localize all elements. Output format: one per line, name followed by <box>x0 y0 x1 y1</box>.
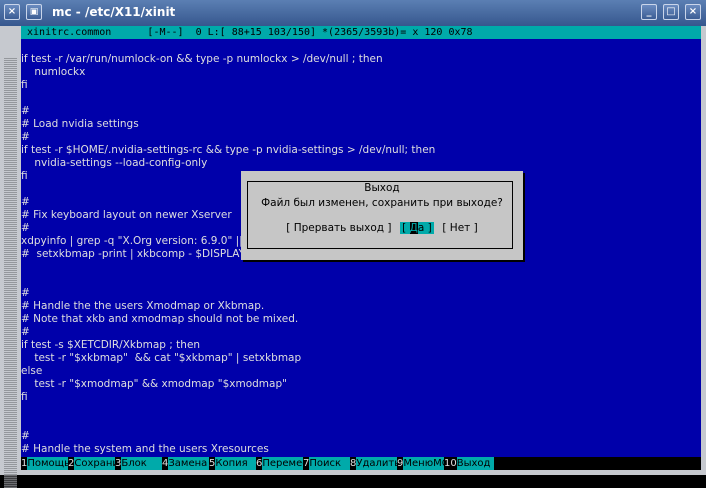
code-line[interactable] <box>21 417 701 430</box>
code-line[interactable]: # <box>21 287 701 300</box>
code-line[interactable]: if test -r $HOME/.nvidia-settings-rc && … <box>21 144 701 157</box>
code-line[interactable] <box>21 261 701 274</box>
no-button[interactable]: [ Нет ] <box>440 222 479 234</box>
fkey-7[interactable]: 7 Поиск <box>303 457 350 470</box>
yes-button[interactable]: [ Да ] <box>400 222 434 234</box>
code-line[interactable]: numlockx <box>21 66 701 79</box>
dialog-buttons: [ Прервать выход ] [ Да ] [ Нет ] <box>241 222 523 235</box>
code-line[interactable] <box>21 92 701 105</box>
code-line[interactable] <box>21 274 701 287</box>
fkey-5[interactable]: 5 Копия <box>209 457 256 470</box>
code-line[interactable]: test -r "$xmodmap" && xmodmap "$xmodmap" <box>21 378 701 391</box>
yes-button-label: а ] <box>417 222 432 234</box>
fkey-3[interactable]: 3 Блок <box>115 457 162 470</box>
fkey-label: МенюМС <box>403 457 449 470</box>
dialog-message: Файл был изменен, сохранить при выходе? <box>261 197 503 209</box>
fkey-6[interactable]: 6 Перемес <box>256 457 308 470</box>
cancel-exit-button[interactable]: [ Прервать выход ] <box>284 222 393 234</box>
fkey-10[interactable]: 10 Выход <box>444 457 494 470</box>
fkey-2[interactable]: 2 Сохрани <box>68 457 119 470</box>
fkey-label: Выход <box>456 457 494 470</box>
code-line[interactable]: if test -r /var/run/numlock-on && type -… <box>21 53 701 66</box>
fkey-9[interactable]: 9 МенюМС <box>397 457 449 470</box>
close-icon[interactable]: × <box>685 4 701 20</box>
fkey-label: Перемес <box>262 457 308 470</box>
code-line[interactable]: # <box>21 105 701 118</box>
code-line[interactable]: # <box>21 131 701 144</box>
window-title: mc - /etc/X11/xinit <box>52 5 176 19</box>
text-cursor: Д <box>409 222 418 234</box>
fkey-label: Блок <box>121 457 162 470</box>
code-line[interactable] <box>21 40 701 53</box>
exit-dialog: Выход Файл был изменен, сохранить при вы… <box>241 171 523 260</box>
code-line[interactable]: # Load nvidia settings <box>21 118 701 131</box>
fkey-4[interactable]: 4 Замена <box>162 457 209 470</box>
editor-status-line: xinitrc.common [-M--] 0 L:[ 88+15 103/15… <box>21 26 701 39</box>
code-line[interactable]: nvidia-settings --load-config-only <box>21 157 701 170</box>
code-line[interactable]: test -r "$xkbmap" && cat "$xkbmap" | set… <box>21 352 701 365</box>
minimize-icon[interactable]: _ <box>641 4 657 20</box>
yes-button-bracket: [ <box>402 222 410 234</box>
title-bar[interactable]: × ▣ mc - /etc/X11/xinit _ □ × <box>0 0 706 26</box>
code-line[interactable]: fi <box>21 391 701 404</box>
editor-area[interactable]: xinitrc.common [-M--] 0 L:[ 88+15 103/15… <box>21 26 701 470</box>
fkey-1[interactable]: 1 Помощь <box>21 457 70 470</box>
maximize-icon[interactable]: □ <box>663 4 679 20</box>
code-line[interactable]: if test -s $XETCDIR/Xkbmap ; then <box>21 339 701 352</box>
function-key-bar: 1 Помощь 2 Сохрани 3 Блок 4 Замена 5 Копия 6 Переме… <box>21 457 701 470</box>
fkey-label: Замена <box>168 457 209 470</box>
dialog-title: Выход <box>241 182 523 195</box>
code-line[interactable]: else <box>21 365 701 378</box>
fkey-label: Поиск <box>309 457 350 470</box>
fkey-8[interactable]: 8 Удалить <box>350 457 401 470</box>
scrollbar-track[interactable] <box>4 58 17 488</box>
code-line[interactable] <box>21 404 701 417</box>
fkey-number: 10 <box>444 457 457 470</box>
code-line[interactable]: # <box>21 326 701 339</box>
fkey-label: Удалить <box>356 457 401 470</box>
code-line[interactable]: # Handle the system and the users Xresou… <box>21 443 701 456</box>
window-menu-icon[interactable]: × <box>4 4 20 20</box>
code-line[interactable]: # Handle the the users Xmodmap or Xkbmap… <box>21 300 701 313</box>
code-line[interactable]: fi <box>21 79 701 92</box>
fkey-label: Сохрани <box>74 457 119 470</box>
window-app-icon[interactable]: ▣ <box>26 4 42 20</box>
fkey-label: Помощь <box>27 457 70 470</box>
code-line[interactable]: # <box>21 430 701 443</box>
fkey-label: Копия <box>215 457 256 470</box>
code-line[interactable]: # Note that xkb and xmodmap should not b… <box>21 313 701 326</box>
terminal-window: × ▣ mc - /etc/X11/xinit _ □ × xinitrc.co… <box>0 0 706 488</box>
window-bottom-border <box>21 470 701 475</box>
window-right-border <box>701 26 706 475</box>
terminal-scrollbar[interactable] <box>0 26 21 488</box>
